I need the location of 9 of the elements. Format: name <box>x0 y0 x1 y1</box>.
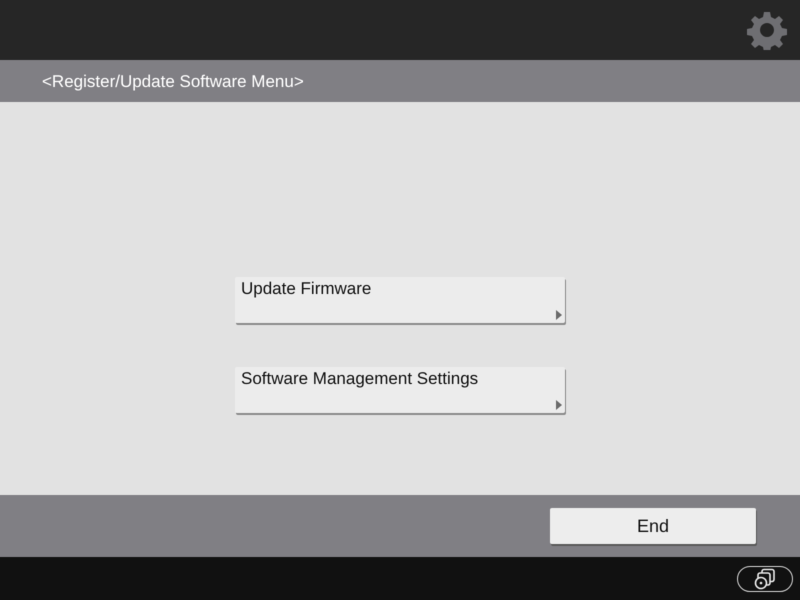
status-button[interactable] <box>737 566 793 592</box>
right-triangle-icon <box>556 310 562 320</box>
screen-title: <Register/Update Software Menu> <box>42 72 304 90</box>
menu-button[interactable]: Software Management Settings <box>235 367 565 413</box>
settings-icon[interactable] <box>747 10 787 50</box>
menu-button[interactable]: Update Firmware <box>235 277 565 323</box>
right-triangle-icon <box>556 400 562 410</box>
end-button[interactable]: End <box>550 508 756 544</box>
overlapping-squares-disc-icon <box>754 568 776 590</box>
